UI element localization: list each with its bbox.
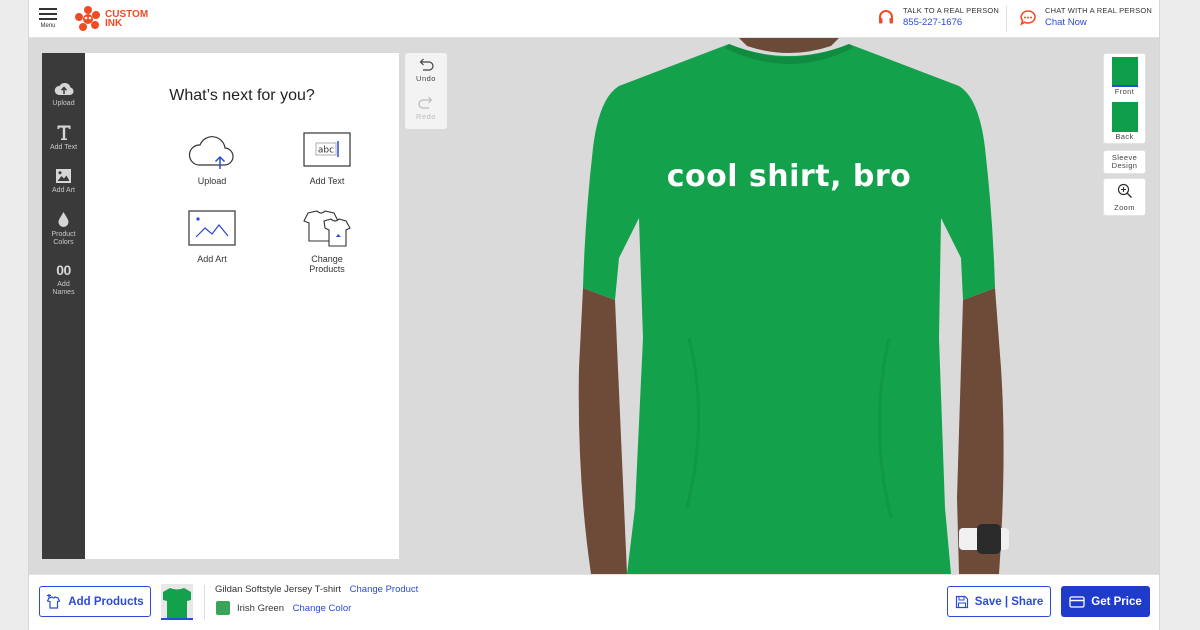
shirt-mockup[interactable]: cool shirt, bro [569,38,1009,574]
design-text-layer[interactable]: cool shirt, bro [569,159,1009,194]
color-swatch [216,601,230,615]
chat-label: CHAT WITH A REAL PERSON [1045,6,1152,15]
undo-icon [419,58,434,71]
menu-button[interactable]: Menu [37,8,59,29]
jersey-number-icon: 00 [56,262,71,278]
rail-upload-label: Upload [52,100,75,107]
option-add-art-label: Add Art [197,254,227,264]
rail-product-colors-label-2: Colors [53,238,74,246]
add-products-label: Add Products [68,595,144,608]
chat-contact[interactable]: CHAT WITH A REAL PERSON Chat Now [1019,6,1152,28]
option-change-products-label-1: Change [311,254,343,264]
price-card-icon [1069,595,1085,608]
redo-label: Redo [416,112,436,121]
text-box-icon: abc [303,132,351,167]
save-share-label: Save | Share [974,595,1044,608]
hamburger-icon [37,8,59,20]
chat-now-link[interactable]: Chat Now [1045,17,1152,28]
option-add-text-label: Add Text [309,176,345,186]
sleeve-label-2: Design [1111,161,1138,170]
back-thumbnail [1111,102,1138,132]
whats-next-panel: What’s next for you? Upload abc Add Text [85,53,399,559]
zoom-label: Zoom [1114,203,1135,212]
model-shirt-image [578,38,1009,574]
view-back[interactable]: Back [1104,102,1145,141]
rail-add-art[interactable]: Add Art [42,168,85,195]
view-selector: Front Back Sleeve Design Zoom [1103,53,1146,216]
bottom-bar: Add Products Gildan Softstyle Jersey T-s… [29,574,1159,630]
add-products-icon [46,593,61,609]
logo-mark-icon [75,6,100,31]
option-change-products-label-2: Products [309,264,345,274]
view-front-label: Front [1114,87,1135,96]
change-color-link[interactable]: Change Color [293,603,352,614]
option-change-products[interactable]: Change Products [282,209,372,274]
color-info: Irish Green Change Color [237,603,351,614]
option-add-text[interactable]: abc Add Text [282,131,372,186]
cloud-upload-icon [188,136,234,169]
cloud-upload-icon [54,83,73,95]
color-name: Irish Green [237,603,284,614]
phone-contact[interactable]: TALK TO A REAL PERSON 855-227-1676 [877,6,999,28]
redo-icon [418,96,433,109]
shirt-thumb-icon [163,588,191,618]
image-icon [56,169,71,183]
rail-add-names-label-1: Add [57,281,70,288]
rail-add-text[interactable]: Add Text [42,124,85,152]
rail-add-art-label: Add Art [52,187,75,194]
rail-product-colors-label-1: Product [51,231,76,238]
rail-product-colors[interactable]: Product Colors [42,211,85,246]
droplet-icon [58,212,69,227]
chat-bubble-icon [1020,10,1036,26]
get-price-button[interactable]: Get Price [1061,586,1150,617]
product-thumbnail[interactable] [161,584,193,620]
change-product-link[interactable]: Change Product [350,584,419,595]
save-icon [955,595,968,608]
undo-button[interactable]: Undo [405,58,447,83]
custom-ink-logo[interactable]: CUSTOM INK [75,5,155,33]
product-info: Gildan Softstyle Jersey T-shirt Change P… [215,584,418,595]
rail-add-names-label-2: Names [52,288,75,296]
sleeve-design-button[interactable]: Sleeve Design [1103,150,1146,174]
footer-divider [204,585,205,619]
save-share-button[interactable]: Save | Share [947,586,1051,617]
view-front[interactable]: Front [1104,57,1145,96]
logo-text-line2: INK [105,18,123,29]
panel-title: What’s next for you? [169,87,315,104]
tool-rail: Upload Add Text Add Art Product Colors 0… [42,53,85,559]
rail-upload[interactable]: Upload [42,81,85,108]
rail-add-names[interactable]: 00 Add Names [42,263,85,296]
design-lab-window: Menu CUSTOM INK TALK TO A REAL PERSON 85… [28,0,1160,630]
header-divider [1006,6,1007,32]
zoom-in-icon [1117,183,1132,198]
undo-label: Undo [416,74,436,83]
shirts-icon [303,210,351,247]
get-price-label: Get Price [1091,595,1142,608]
design-stage: Upload Add Text Add Art Product Colors 0… [29,38,1159,574]
front-thumbnail [1111,57,1138,87]
menu-label: Menu [40,23,56,29]
product-name: Gildan Softstyle Jersey T-shirt [215,584,342,595]
redo-button[interactable]: Redo [405,96,447,121]
view-back-label: Back [1115,132,1134,141]
add-products-button[interactable]: Add Products [39,586,151,617]
history-controls: Undo Redo [405,53,447,129]
top-bar: Menu CUSTOM INK TALK TO A REAL PERSON 85… [29,0,1159,38]
headset-icon [879,10,893,24]
option-upload-label: Upload [197,176,227,186]
zoom-button[interactable]: Zoom [1103,178,1146,216]
phone-label: TALK TO A REAL PERSON [903,6,1000,15]
text-t-icon [57,125,70,140]
view-front-back-card: Front Back [1103,53,1146,144]
text-box-sample: abc [318,146,334,156]
option-add-art[interactable]: Add Art [167,209,257,264]
phone-number-link[interactable]: 855-227-1676 [903,17,999,28]
option-upload[interactable]: Upload [167,131,257,186]
art-image-icon [188,210,236,246]
rail-add-text-label: Add Text [49,144,78,151]
